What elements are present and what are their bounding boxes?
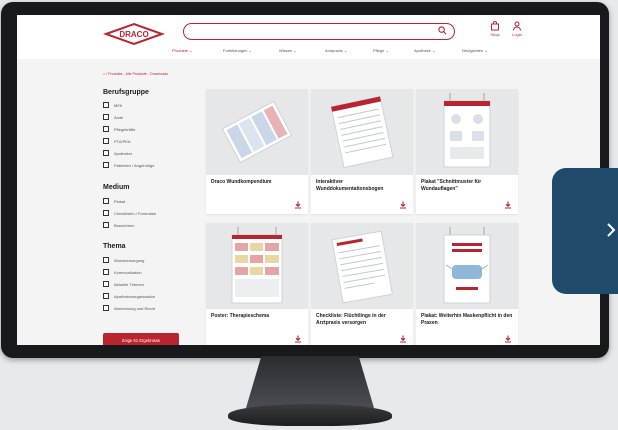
filter-title-thema: Thema — [103, 243, 126, 250]
filter-title-berufsgruppe: Berufsgruppe — [103, 89, 149, 96]
filter-option[interactable]: Wundversorgung — [103, 256, 144, 264]
download-icon[interactable] — [294, 335, 302, 343]
side-panel-tab[interactable] — [552, 168, 618, 294]
login-label: Login — [512, 32, 522, 37]
filter-option[interactable]: Patienten / Angehörige — [103, 161, 154, 169]
breadcrumb[interactable]: ⌂ / Produkte - Alle Produkte - Downloads — [103, 72, 168, 76]
poster-image — [231, 227, 283, 304]
card-thumbnail — [311, 223, 413, 309]
checkbox[interactable] — [103, 162, 109, 168]
logo-text: DRACO — [119, 30, 148, 39]
checkbox[interactable] — [103, 102, 109, 108]
login-button[interactable]: Login — [506, 21, 528, 37]
download-icon[interactable] — [399, 201, 407, 209]
download-card[interactable]: Plakat: Weiterhin Maskenpflicht in den P… — [416, 223, 518, 345]
nav-item-neuigkeiten[interactable]: Neuigkeiten ⌄ — [462, 48, 488, 53]
download-icon[interactable] — [399, 335, 407, 343]
checkbox[interactable] — [103, 150, 109, 156]
monitor-stand-base — [228, 404, 392, 426]
filter-option[interactable]: MFA — [103, 101, 122, 109]
form-image — [330, 95, 394, 169]
card-title: Interaktiver Wunddokumentationsbogen — [316, 179, 384, 192]
checkbox[interactable] — [103, 269, 109, 275]
filter-option[interactable]: Broschüren — [103, 221, 134, 229]
filter-option[interactable]: Abrechnung und Recht — [103, 304, 155, 312]
filter-option[interactable]: Apotheker — [103, 149, 132, 157]
show-results-button[interactable]: Zeige 61 Ergebnisse — [103, 333, 179, 345]
checkbox[interactable] — [103, 222, 109, 228]
chevron-right-icon[interactable] — [606, 222, 616, 238]
checkbox[interactable] — [103, 198, 109, 204]
download-icon[interactable] — [504, 335, 512, 343]
home-icon[interactable]: ⌂ — [103, 72, 105, 76]
nav-item-apotheke[interactable]: Apotheke ⌄ — [414, 48, 435, 53]
checkbox[interactable] — [103, 126, 109, 132]
checkbox[interactable] — [103, 257, 109, 263]
download-card[interactable]: Interaktiver Wunddokumentationsbogen — [311, 89, 413, 214]
main-nav: Produkte ⌄ Fortbildungen ⌄ Wissen ⌄ Arzt… — [17, 48, 600, 58]
card-thumbnail — [206, 89, 308, 175]
checkbox[interactable] — [103, 305, 109, 311]
draco-logo[interactable]: DRACO — [102, 22, 166, 46]
checklist-image — [331, 230, 393, 304]
nav-item-pflege[interactable]: Pflege ⌄ — [373, 48, 389, 53]
card-thumbnail — [416, 89, 518, 175]
download-card[interactable]: Draco Wundkompendium — [206, 89, 308, 214]
card-title: Poster: Therapieschema — [211, 313, 270, 319]
brochure-image — [221, 100, 293, 164]
nav-item-arztpraxis[interactable]: Arztpraxis ⌄ — [325, 48, 347, 53]
card-thumbnail — [206, 223, 308, 309]
filter-option[interactable]: Pflegekräfte — [103, 125, 135, 133]
nav-item-fortbildungen[interactable]: Fortbildungen ⌄ — [223, 48, 252, 53]
checkbox[interactable] — [103, 293, 109, 299]
bag-icon — [491, 21, 499, 31]
checkbox[interactable] — [103, 281, 109, 287]
card-thumbnail — [311, 89, 413, 175]
filter-option[interactable]: Ärzte — [103, 113, 123, 121]
filter-title-medium: Medium — [103, 184, 130, 191]
filter-option[interactable]: Aktuelle Themen — [103, 280, 144, 288]
checkbox[interactable] — [103, 138, 109, 144]
filter-option[interactable]: Plakat — [103, 197, 125, 205]
mask-poster-image — [443, 227, 491, 304]
nav-item-wissen[interactable]: Wissen ⌄ — [279, 48, 297, 53]
poster-image — [443, 93, 491, 168]
search-input[interactable] — [183, 23, 455, 40]
download-card[interactable]: Checkliste: Flüchtlinge in der Arztpraxi… — [311, 223, 413, 345]
card-title: Draco Wundkompendium — [211, 179, 272, 185]
shop-label: Shop — [490, 32, 500, 37]
card-title: Plakat: Weiterhin Maskenpflicht in den P… — [421, 313, 513, 326]
filter-option[interactable]: Kommunikation — [103, 268, 142, 276]
monitor-stand-neck — [246, 356, 374, 408]
monitor-frame: DRACO Shop Login Produkte ⌄ Fortbildunge… — [1, 2, 609, 358]
screen: DRACO Shop Login Produkte ⌄ Fortbildunge… — [17, 15, 600, 345]
checkbox[interactable] — [103, 210, 109, 216]
shop-button[interactable]: Shop — [484, 21, 506, 37]
search-icon[interactable] — [438, 26, 447, 35]
card-title: Plakat "Schnittmuster für Wundauflagen" — [421, 179, 482, 192]
user-icon — [513, 21, 521, 31]
filter-option[interactable]: PTA/PKA — [103, 137, 131, 145]
card-thumbnail — [416, 223, 518, 309]
filter-option[interactable]: Checklisten / Formulare — [103, 209, 156, 217]
card-title: Checkliste: Flüchtlinge in der Arztpraxi… — [316, 313, 386, 326]
nav-item-produkte[interactable]: Produkte ⌄ — [172, 48, 192, 53]
download-card[interactable]: Poster: Therapieschema — [206, 223, 308, 345]
download-icon[interactable] — [504, 201, 512, 209]
filter-option[interactable]: Apothekenorganisation — [103, 292, 155, 300]
checkbox[interactable] — [103, 114, 109, 120]
download-card[interactable]: Plakat "Schnittmuster für Wundauflagen" — [416, 89, 518, 214]
site-header: DRACO Shop Login Produkte ⌄ Fortbildunge… — [17, 15, 600, 59]
download-icon[interactable] — [294, 201, 302, 209]
